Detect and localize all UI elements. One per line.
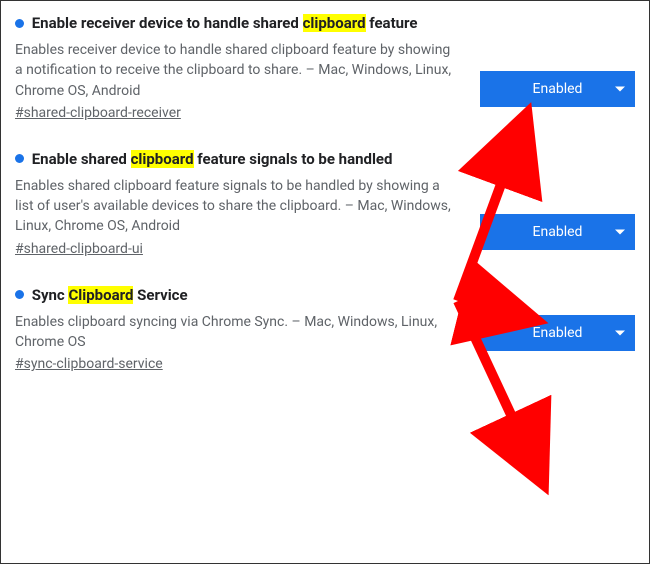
flag-description: Enables shared clipboard feature signals…: [15, 176, 460, 237]
flag-text-block: Enable receiver device to handle shared …: [15, 13, 480, 121]
flag-title-post: feature signals to be handled: [194, 150, 393, 168]
flag-state-dropdown[interactable]: Enabled: [480, 315, 635, 351]
flag-row-shared-clipboard-ui: Enable shared clipboard feature signals …: [15, 149, 635, 257]
flag-state-dropdown[interactable]: Enabled: [480, 214, 635, 250]
chevron-down-icon: [615, 87, 625, 92]
modified-dot-icon: [15, 290, 24, 299]
dropdown-value: Enabled: [533, 224, 583, 240]
dropdown-value: Enabled: [533, 325, 583, 341]
flag-title-post: feature: [366, 14, 418, 32]
flag-title-pre: Enable shared: [32, 150, 131, 168]
flag-description: Enables receiver device to handle shared…: [15, 40, 460, 101]
flag-title-pre: Enable receiver device to handle shared: [32, 14, 303, 32]
flag-state-dropdown[interactable]: Enabled: [480, 71, 635, 107]
flag-text-block: Sync Clipboard Service Enables clipboard…: [15, 285, 480, 373]
chevron-down-icon: [615, 330, 625, 335]
dropdown-value: Enabled: [533, 81, 583, 97]
flag-title: Enable receiver device to handle shared …: [15, 13, 460, 34]
flag-row-sync-clipboard-service: Sync Clipboard Service Enables clipboard…: [15, 285, 635, 373]
flag-control: Enabled: [480, 285, 635, 351]
flag-title: Sync Clipboard Service: [15, 285, 460, 306]
chevron-down-icon: [615, 229, 625, 234]
flag-control: Enabled: [480, 13, 635, 107]
search-highlight: clipboard: [131, 150, 194, 168]
flag-description: Enables clipboard syncing via Chrome Syn…: [15, 312, 460, 353]
flag-title-post: Service: [133, 286, 187, 304]
flag-hash-link[interactable]: #shared-clipboard-ui: [15, 241, 460, 257]
flag-text-block: Enable shared clipboard feature signals …: [15, 149, 480, 257]
flags-panel: Enable receiver device to handle shared …: [0, 0, 650, 564]
modified-dot-icon: [15, 19, 24, 28]
flag-title: Enable shared clipboard feature signals …: [15, 149, 460, 170]
flag-row-shared-clipboard-receiver: Enable receiver device to handle shared …: [15, 13, 635, 121]
flag-hash-link[interactable]: #sync-clipboard-service: [15, 356, 460, 372]
flag-title-pre: Sync: [32, 286, 69, 304]
flag-control: Enabled: [480, 149, 635, 250]
search-highlight: Clipboard: [68, 286, 133, 304]
search-highlight: clipboard: [303, 14, 366, 32]
flag-hash-link[interactable]: #shared-clipboard-receiver: [15, 105, 460, 121]
modified-dot-icon: [15, 154, 24, 163]
